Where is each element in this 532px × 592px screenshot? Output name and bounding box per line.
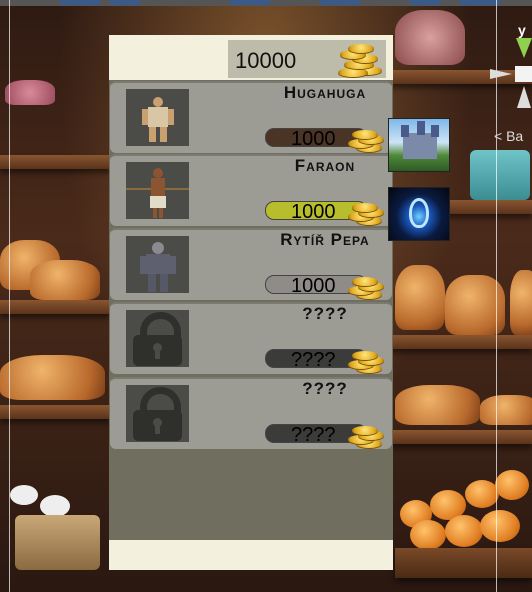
back-label[interactable]: < Ba bbox=[494, 128, 523, 144]
gizmo-y-axis-cone[interactable] bbox=[516, 38, 532, 58]
coin-stack-icon bbox=[346, 274, 388, 304]
character-portrait bbox=[126, 236, 189, 293]
lock-icon bbox=[126, 310, 189, 367]
character-name: ???? bbox=[302, 304, 348, 323]
character-name: ???? bbox=[302, 379, 348, 398]
coin-stack-icon bbox=[346, 127, 388, 157]
coin-stack-icon bbox=[332, 44, 384, 78]
blue-flame-icon[interactable] bbox=[388, 187, 450, 241]
character-portrait bbox=[126, 162, 189, 219]
coin-stack-icon bbox=[346, 200, 388, 230]
character-card[interactable]: Rytíř Pepa 1000 bbox=[110, 228, 392, 300]
castle-icon[interactable] bbox=[388, 118, 450, 172]
character-name: Hugahuga bbox=[283, 83, 367, 102]
gizmo-axis-label: y bbox=[518, 22, 526, 38]
character-portrait bbox=[126, 89, 189, 146]
gizmo-x-axis-cone[interactable] bbox=[490, 69, 512, 79]
gizmo-center-cube[interactable] bbox=[515, 66, 532, 82]
gizmo-neg-y-axis-cone[interactable] bbox=[517, 86, 531, 108]
character-card[interactable]: Faraon 1000 bbox=[110, 154, 392, 226]
character-name: Faraon bbox=[294, 156, 356, 175]
money-value: 10000 bbox=[235, 48, 297, 73]
coin-stack-icon bbox=[346, 423, 388, 453]
character-card[interactable]: Hugahuga 1000 bbox=[110, 81, 392, 153]
character-name: Rytíř Pepa bbox=[280, 230, 370, 249]
character-card-locked[interactable]: ???? ???? bbox=[110, 377, 392, 449]
money-display: 10000 bbox=[228, 40, 386, 78]
editor-toolbar-strip bbox=[0, 0, 532, 6]
coin-stack-icon bbox=[346, 348, 388, 378]
character-card-locked[interactable]: ???? ???? bbox=[110, 302, 392, 374]
lock-icon bbox=[126, 385, 189, 442]
